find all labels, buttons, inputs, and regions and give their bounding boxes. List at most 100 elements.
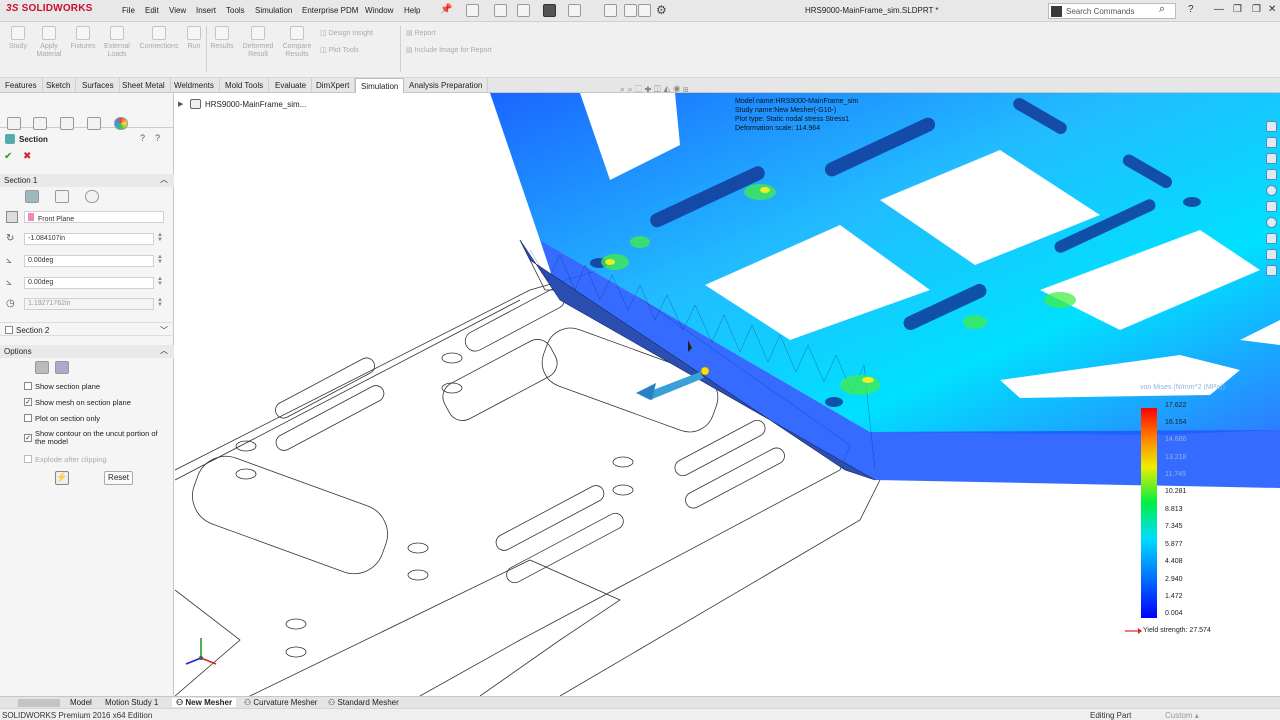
- planar-section-icon[interactable]: [25, 190, 39, 203]
- connections-button[interactable]: Connections: [136, 26, 182, 51]
- property-manager-icon[interactable]: [33, 117, 47, 130]
- offset-spinner[interactable]: ▲ ▼: [157, 232, 163, 243]
- graphics-viewport[interactable]: [175, 93, 1280, 696]
- plane-field[interactable]: Front Plane: [24, 211, 164, 223]
- print-icon[interactable]: [543, 4, 556, 17]
- custom-properties-icon[interactable]: [1266, 201, 1277, 212]
- restore-button[interactable]: ❐: [1233, 4, 1242, 15]
- section1-header[interactable]: Section 1 ︿: [0, 174, 174, 187]
- menu-edit[interactable]: Edit: [145, 6, 159, 15]
- section2-header[interactable]: Section 2 ﹀: [0, 322, 174, 336]
- open-icon[interactable]: [494, 4, 507, 17]
- report-button[interactable]: ▤ Report: [406, 29, 436, 37]
- tab-new-mesher[interactable]: ⚇ New Mesher: [172, 698, 237, 707]
- plot-section-only-checkbox[interactable]: [24, 414, 32, 422]
- minimize-button[interactable]: —: [1214, 4, 1224, 15]
- search-icon[interactable]: ⌕: [1159, 3, 1165, 16]
- close-button[interactable]: ✕: [1268, 4, 1276, 15]
- compare-results-button[interactable]: Compare Results: [280, 26, 314, 59]
- menu-insert[interactable]: Insert: [196, 6, 216, 15]
- menu-enterprise-pdm[interactable]: Enterprise PDM: [302, 6, 358, 15]
- tab-surfaces[interactable]: Surfaces: [77, 78, 120, 93]
- menu-help[interactable]: Help: [404, 6, 420, 15]
- tab-evaluate[interactable]: Evaluate: [270, 78, 313, 93]
- tab-standard-mesher[interactable]: ⚇ Standard Mesher: [328, 698, 399, 707]
- tab-features[interactable]: Features: [0, 78, 43, 93]
- angle-x-spinner[interactable]: ▲ ▼: [157, 254, 163, 265]
- section2-checkbox[interactable]: [5, 326, 13, 334]
- solidworks-plm-icon[interactable]: [1266, 249, 1277, 260]
- show-section-plane-checkbox[interactable]: [24, 382, 32, 390]
- run-button[interactable]: Run: [184, 26, 204, 51]
- select-icon[interactable]: [604, 4, 617, 17]
- external-loads-button[interactable]: External Loads: [101, 26, 133, 59]
- section-mesh-icon[interactable]: [55, 361, 69, 374]
- configuration-manager-icon[interactable]: [60, 117, 74, 130]
- design-insight-button[interactable]: ◫ Design Insight: [320, 29, 373, 37]
- options-header[interactable]: Options ︿: [0, 345, 174, 358]
- section-display-icon[interactable]: [35, 361, 49, 374]
- home-icon[interactable]: [1266, 121, 1277, 132]
- show-contour-checkbox[interactable]: ✓: [24, 434, 32, 442]
- tab-model[interactable]: Model: [70, 698, 92, 707]
- help-icon[interactable]: ?: [1188, 4, 1194, 15]
- menu-view[interactable]: View: [169, 6, 186, 15]
- reset-button[interactable]: Reset: [104, 471, 133, 485]
- angle-y-field[interactable]: 0.00deg: [24, 277, 154, 289]
- tab-curvature-mesher[interactable]: ⚇ Curvature Mesher: [244, 698, 317, 707]
- file-explorer-icon[interactable]: [1266, 169, 1277, 180]
- tab-weldments[interactable]: Weldments: [169, 78, 220, 93]
- cylindrical-section-icon[interactable]: [55, 190, 69, 203]
- new-icon[interactable]: [466, 4, 479, 17]
- tab-dimxpert[interactable]: DimXpert: [311, 78, 356, 93]
- menu-tools[interactable]: Tools: [226, 6, 245, 15]
- tab-motion-study[interactable]: Motion Study 1: [105, 698, 158, 707]
- view-toolbar[interactable]: ⌕ ⌕ ⬚ ✚ ◫ ◭ ◉ ⊞: [620, 84, 689, 95]
- resources-icon[interactable]: [1266, 137, 1277, 148]
- undo-icon[interactable]: [568, 4, 581, 17]
- ok-check-icon[interactable]: ✔: [4, 151, 12, 162]
- tab-simulation[interactable]: Simulation: [355, 78, 405, 93]
- maximize-button[interactable]: ❐: [1252, 4, 1261, 15]
- detailed-help-icon[interactable]: ?: [155, 133, 160, 143]
- tree-expand-icon[interactable]: ▶: [178, 100, 183, 108]
- toolbox-icon[interactable]: [1266, 265, 1277, 276]
- menu-file[interactable]: File: [122, 6, 135, 15]
- dimxpert-manager-icon[interactable]: [87, 117, 101, 130]
- deformed-result-button[interactable]: Deformed Result: [238, 26, 278, 59]
- fixtures-button[interactable]: Fixtures: [68, 26, 98, 51]
- menu-window[interactable]: Window: [365, 6, 393, 15]
- help-icon[interactable]: ?: [140, 133, 145, 143]
- cancel-x-icon[interactable]: ✖: [23, 151, 31, 162]
- results-button[interactable]: Results: [208, 26, 236, 51]
- plot-tools-button[interactable]: ◫ Plot Tools: [320, 46, 359, 54]
- tab-mold-tools[interactable]: Mold Tools: [220, 78, 270, 93]
- menu-simulation[interactable]: Simulation: [255, 6, 292, 15]
- rebuild-icon[interactable]: [624, 4, 637, 17]
- apply-material-button[interactable]: Apply Material: [36, 26, 62, 59]
- options-gear-icon[interactable]: ⚙: [656, 3, 667, 17]
- feature-manager-icon[interactable]: [7, 117, 21, 130]
- save-icon[interactable]: [517, 4, 530, 17]
- forum-icon[interactable]: [1266, 217, 1277, 228]
- view-palette-icon[interactable]: [1266, 233, 1277, 244]
- include-image-button[interactable]: ▤ Include Image for Report: [406, 46, 492, 54]
- tree-root[interactable]: HRS9000-MainFrame_sim...: [205, 100, 306, 109]
- offset-field[interactable]: -1.084107in: [24, 233, 154, 245]
- tab-sheet-metal[interactable]: Sheet Metal: [117, 78, 171, 93]
- units-selector[interactable]: Custom ▴: [1165, 711, 1199, 720]
- angle-x-field[interactable]: 0.00deg: [24, 255, 154, 267]
- search-commands-input[interactable]: Search Commands: [1048, 3, 1176, 19]
- save-section-icon[interactable]: ⚡: [55, 471, 69, 485]
- spherical-section-icon[interactable]: [85, 190, 99, 203]
- tab-analysis-preparation[interactable]: Analysis Preparation: [404, 78, 489, 93]
- file-properties-icon[interactable]: [638, 4, 651, 17]
- pin-icon[interactable]: 📌: [440, 4, 452, 15]
- display-manager-icon[interactable]: [114, 117, 128, 130]
- study-button[interactable]: Study: [6, 26, 30, 51]
- tab-sketch[interactable]: Sketch: [41, 78, 77, 93]
- appearances-icon[interactable]: [1266, 185, 1277, 196]
- design-library-icon[interactable]: [1266, 153, 1277, 164]
- tab-scroll-controls[interactable]: [18, 699, 60, 707]
- angle-y-spinner[interactable]: ▲ ▼: [157, 276, 163, 287]
